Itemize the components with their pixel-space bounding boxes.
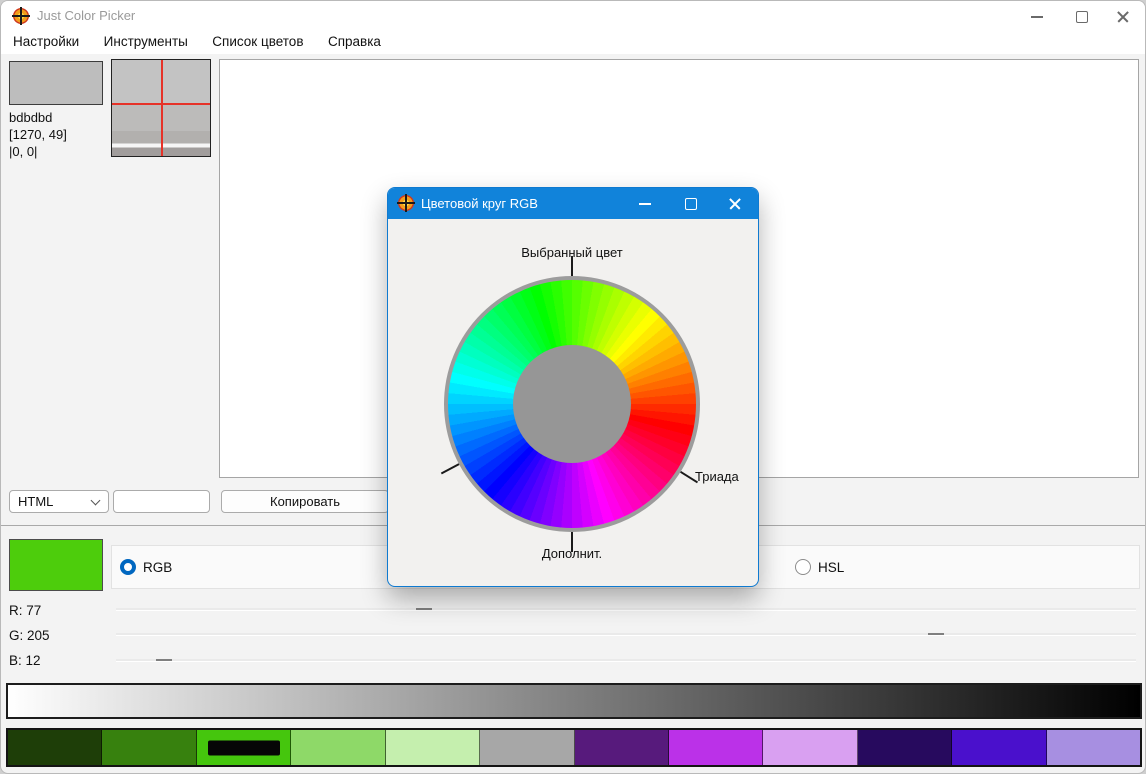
app-window: Just Color Picker Настройки Инструменты … [0, 0, 1146, 774]
palette-swatch[interactable] [1046, 730, 1141, 765]
picked-pixel-swatch [9, 61, 103, 105]
red-slider-handle[interactable] [416, 608, 433, 610]
palette-swatch[interactable] [480, 730, 575, 765]
green-slider-track[interactable] [116, 633, 1136, 635]
rgb-radio-row[interactable]: RGB [120, 559, 172, 575]
cursor-offset: |0, 0| [9, 144, 38, 159]
palette-swatch[interactable] [668, 730, 764, 765]
triad-label: Триада [695, 469, 739, 484]
app-target-icon [12, 7, 30, 25]
red-value-label: R: 77 [9, 603, 42, 618]
menu-color-list[interactable]: Список цветов [202, 31, 313, 53]
hsl-radio-label: HSL [818, 559, 845, 575]
menu-tools[interactable]: Инструменты [94, 31, 198, 53]
selected-swatch-marker [207, 740, 280, 755]
palette-swatch[interactable] [8, 730, 103, 765]
dialog-title: Цветовой круг RGB [421, 196, 538, 211]
dialog-close-button[interactable] [715, 188, 755, 219]
red-slider-track[interactable] [116, 608, 1136, 610]
hex-input[interactable] [113, 490, 210, 513]
blue-slider-track[interactable] [116, 659, 1136, 661]
palette-swatch[interactable] [857, 730, 953, 765]
complement-label: Дополнит. [541, 546, 603, 561]
palette-swatch[interactable] [385, 730, 481, 765]
triad-tick-left [440, 463, 460, 475]
palette-swatch[interactable] [196, 730, 292, 765]
chevron-down-icon [90, 495, 101, 506]
palette-swatch[interactable] [102, 730, 197, 765]
menu-help[interactable]: Справка [318, 31, 391, 53]
magnifier-crosshair-vertical [161, 60, 163, 156]
palette [6, 728, 1142, 767]
color-wheel-dialog: Цветовой круг RGB Выбранный цвет Триада … [387, 187, 759, 587]
window-title: Just Color Picker [37, 8, 136, 23]
copy-button[interactable]: Копировать [221, 490, 389, 513]
current-color-swatch [9, 539, 103, 591]
menubar: Настройки Инструменты Список цветов Спра… [1, 31, 1145, 54]
magnifier-crosshair-horizontal [112, 103, 210, 105]
palette-swatch[interactable] [291, 730, 386, 765]
dialog-target-icon [397, 194, 415, 212]
cursor-coordinates: [1270, 49] [9, 127, 67, 142]
titlebar: Just Color Picker [1, 1, 1145, 31]
close-button[interactable] [1101, 1, 1145, 31]
rgb-radio-label: RGB [143, 559, 173, 575]
rgb-radio[interactable] [120, 559, 136, 575]
dialog-titlebar: Цветовой круг RGB [388, 188, 758, 219]
hsl-radio-row[interactable]: HSL [795, 559, 844, 575]
menu-settings[interactable]: Настройки [3, 31, 89, 53]
selected-color-label: Выбранный цвет [521, 245, 623, 260]
format-select[interactable]: HTML [9, 490, 109, 513]
dialog-maximize-button[interactable] [670, 188, 710, 219]
hsl-radio[interactable] [795, 559, 811, 575]
palette-swatch[interactable] [952, 730, 1047, 765]
palette-swatch[interactable] [763, 730, 858, 765]
palette-swatch[interactable] [574, 730, 669, 765]
minimize-button[interactable] [1015, 1, 1059, 31]
dialog-minimize-button[interactable] [625, 188, 665, 219]
magnifier-view[interactable] [111, 59, 211, 157]
luminosity-gradient-bar[interactable] [6, 683, 1142, 719]
green-slider-handle[interactable] [927, 633, 944, 635]
green-value-label: G: 205 [9, 628, 50, 643]
blue-value-label: B: 12 [9, 653, 41, 668]
blue-slider-handle[interactable] [156, 659, 173, 661]
maximize-button[interactable] [1059, 1, 1103, 31]
picked-hex-value: bdbdbd [9, 110, 53, 125]
format-select-value: HTML [18, 494, 54, 509]
wheel-center-disc [513, 345, 631, 463]
